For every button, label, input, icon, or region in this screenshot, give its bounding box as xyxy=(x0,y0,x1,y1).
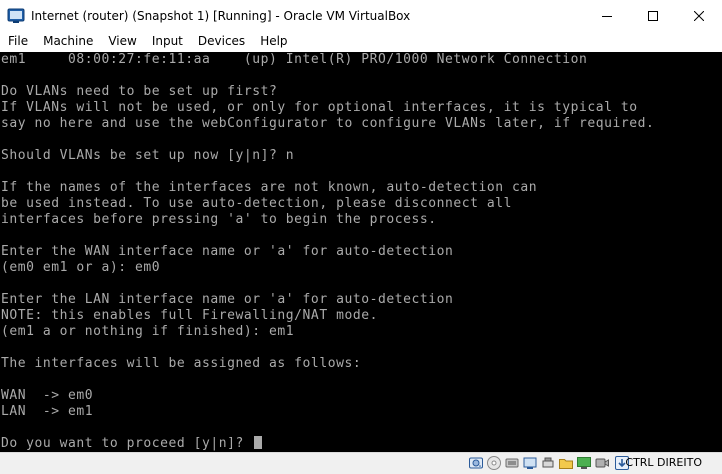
usb-icon[interactable] xyxy=(540,455,556,471)
menu-bar: File Machine View Input Devices Help xyxy=(0,31,722,52)
console-line: The interfaces will be assigned as follo… xyxy=(1,356,362,371)
virtualbox-icon xyxy=(7,8,25,23)
console-prompt-line: Do you want to proceed [y|n]? xyxy=(1,436,263,452)
menu-machine[interactable]: Machine xyxy=(35,31,100,52)
menu-devices[interactable]: Devices xyxy=(190,31,252,52)
console-line: be used instead. To use auto-detection, … xyxy=(1,196,512,211)
audio-icon[interactable] xyxy=(504,455,520,471)
console-prompt: Do you want to proceed [y|n]? xyxy=(1,436,253,451)
console-line: interfaces before pressing 'a' to begin … xyxy=(1,212,437,227)
status-icons xyxy=(468,455,628,471)
window-title: Internet (router) (Snapshot 1) [Running]… xyxy=(31,8,411,23)
console-line: LAN -> em1 xyxy=(1,404,94,419)
console-line: em1 08:00:27:fe:11:aa (up) Intel(R) PRO/… xyxy=(1,52,588,67)
recording-icon[interactable] xyxy=(594,455,610,471)
console-line: Enter the WAN interface name or 'a' for … xyxy=(1,244,454,259)
console-line: (em1 a or nothing if finished): em1 xyxy=(1,324,295,339)
console-line: If the names of the interfaces are not k… xyxy=(1,180,538,195)
host-key-label: CTRL DIREITO xyxy=(625,456,702,469)
menu-help[interactable]: Help xyxy=(252,31,294,52)
menu-file[interactable]: File xyxy=(0,31,35,52)
title-bar[interactable]: Internet (router) (Snapshot 1) [Running]… xyxy=(0,0,722,31)
menu-view[interactable]: View xyxy=(100,31,143,52)
window-controls xyxy=(584,0,722,31)
close-button[interactable] xyxy=(676,0,722,31)
console-line: Do VLANs need to be set up first? xyxy=(1,84,278,99)
close-icon xyxy=(694,10,704,21)
vm-console[interactable]: em1 08:00:27:fe:11:aa (up) Intel(R) PRO/… xyxy=(0,52,722,452)
hard-disk-icon[interactable] xyxy=(468,455,484,471)
optical-drive-icon[interactable] xyxy=(486,455,502,471)
maximize-icon xyxy=(648,10,658,21)
console-line: say no here and use the webConfigurator … xyxy=(1,116,655,131)
console-line: Enter the LAN interface name or 'a' for … xyxy=(1,292,454,307)
display-icon[interactable] xyxy=(576,455,592,471)
status-bar: CTRL DIREITO xyxy=(0,452,722,474)
network-icon[interactable] xyxy=(522,455,538,471)
console-line: WAN -> em0 xyxy=(1,388,94,403)
minimize-icon xyxy=(602,15,612,17)
console-line: NOTE: this enables full Firewalling/NAT … xyxy=(1,308,378,323)
menu-input[interactable]: Input xyxy=(144,31,190,52)
text-cursor xyxy=(254,436,263,449)
console-line: Should VLANs be set up now [y|n]? n xyxy=(1,148,295,163)
minimize-button[interactable] xyxy=(584,0,630,31)
console-line: (em0 em1 or a): em0 xyxy=(1,260,161,275)
console-line: If VLANs will not be used, or only for o… xyxy=(1,100,638,115)
shared-folder-icon[interactable] xyxy=(558,455,574,471)
maximize-button[interactable] xyxy=(630,0,676,31)
